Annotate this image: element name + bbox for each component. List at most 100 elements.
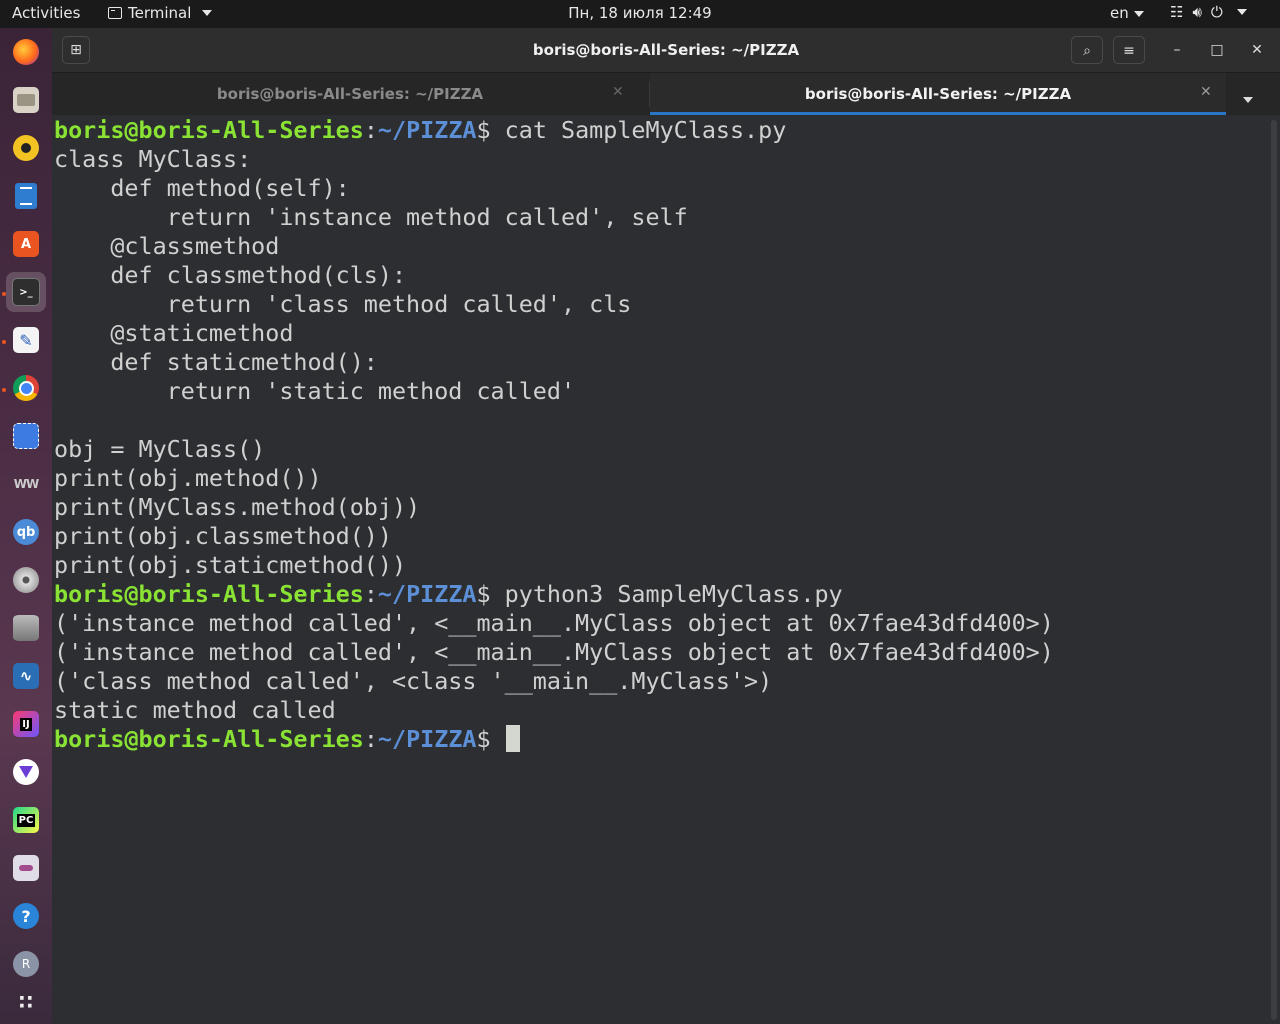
power-icon: ⏻ [1210, 3, 1223, 21]
dock-tweaks[interactable] [6, 848, 46, 888]
top-bar: Activities Terminal Пн, 18 июля 12:49 en… [0, 0, 1280, 28]
terminal-line: static method called [54, 696, 336, 724]
maximize-icon: □ [1210, 42, 1224, 58]
scrollbar[interactable] [1268, 116, 1280, 1024]
prompt-path: ~/PIZZA [377, 116, 477, 144]
dock-r[interactable]: R [6, 944, 46, 984]
dock-disc[interactable] [6, 560, 46, 600]
terminal-line: ('instance method called', <__main__.MyC… [54, 638, 1054, 666]
dock-screenshot[interactable] [6, 416, 46, 456]
tab-list-button[interactable] [1238, 89, 1253, 108]
network-icon: ☷ [1170, 3, 1184, 21]
running-indicator [2, 388, 6, 392]
dock-system-monitor[interactable]: ∿ [6, 656, 46, 696]
intellij-icon: IJ [13, 711, 39, 737]
chevron-down-icon [1133, 10, 1144, 17]
search-icon: ⌕ [1083, 43, 1091, 59]
terminal-line: return 'class method called', cls [54, 290, 632, 318]
terminal-output[interactable]: boris@boris-All-Series:~/PIZZA$ cat Samp… [52, 116, 1268, 1024]
chevron-down-icon [202, 10, 213, 16]
terminal-line: @staticmethod [54, 319, 294, 347]
dock-chrome[interactable] [6, 368, 46, 408]
terminal-line: ('instance method called', <__main__.MyC… [54, 609, 1054, 637]
files-icon [13, 87, 39, 113]
pycharm-icon: PC [13, 807, 39, 833]
r-icon: R [13, 951, 39, 977]
system-monitor-icon: ∿ [13, 663, 39, 689]
database-icon [13, 615, 39, 641]
firefox-icon [13, 39, 39, 65]
maximize-button[interactable]: □ [1201, 36, 1233, 64]
command-text: cat SampleMyClass.py [490, 116, 787, 144]
scrollbar-thumb[interactable] [1271, 120, 1277, 1020]
dock-terminal[interactable]: >_ [6, 272, 46, 312]
qbittorrent-icon: qb [13, 519, 39, 545]
system-tray[interactable]: ☷ 🔊︎ ⏻ [1170, 3, 1247, 21]
terminal-line: print(obj.method()) [54, 464, 322, 492]
dock-app[interactable]: WW [6, 464, 46, 504]
prompt-user: boris@boris-All-Series [54, 116, 364, 144]
terminal-icon: >_ [12, 278, 40, 306]
tab-bar: boris@boris-All-Series: ~/PIZZA ✕ boris@… [52, 73, 1280, 115]
screenshot-icon [13, 423, 39, 449]
dock-firefox[interactable] [6, 32, 46, 72]
activities-button[interactable]: Activities [12, 4, 80, 22]
search-button[interactable]: ⌕ [1071, 36, 1103, 64]
rhythmbox-icon [13, 135, 39, 161]
running-indicator [2, 292, 6, 296]
hamburger-icon: ≡ [1123, 43, 1135, 59]
minimize-button[interactable]: – [1161, 36, 1193, 64]
prompt-line: boris@boris-All-Series:~/PIZZA$ cat Samp… [54, 116, 787, 144]
new-tab-button[interactable]: ⊞ [62, 36, 90, 64]
prompt-symbol: $ [476, 725, 491, 753]
dock-database[interactable] [6, 608, 46, 648]
menu-button[interactable]: ≡ [1113, 36, 1145, 64]
language-indicator[interactable]: en [1110, 4, 1144, 22]
prompt-user: boris@boris-All-Series [54, 725, 364, 753]
minimize-icon: – [1173, 42, 1181, 58]
prompt-path: ~/PIZZA [377, 580, 477, 608]
tab-1[interactable]: boris@boris-All-Series: ~/PIZZA ✕ [52, 73, 648, 115]
tab-2[interactable]: boris@boris-All-Series: ~/PIZZA ✕ [650, 73, 1226, 115]
prompt-path: ~/PIZZA [377, 725, 477, 753]
dock-writer[interactable] [6, 176, 46, 216]
help-icon: ? [13, 903, 39, 929]
vpn-icon [13, 759, 39, 785]
new-tab-icon: ⊞ [70, 42, 82, 58]
dock-vpn[interactable] [6, 752, 46, 792]
terminal-line: print(MyClass.method(obj)) [54, 493, 421, 521]
app-menu[interactable]: Terminal [108, 4, 213, 22]
dock-text-editor[interactable]: ✎ [6, 320, 46, 360]
prompt-symbol: $ [476, 580, 491, 608]
tweaks-icon [13, 855, 39, 881]
software-center-icon: A [13, 231, 39, 257]
dock-files[interactable] [6, 80, 46, 120]
tab-label: boris@boris-All-Series: ~/PIZZA [804, 85, 1072, 103]
close-tab-icon[interactable]: ✕ [1200, 84, 1212, 100]
dock-pycharm[interactable]: PC [6, 800, 46, 840]
terminal-window: ⊞ boris@boris-All-Series: ~/PIZZA ⌕ ≡ – … [52, 28, 1280, 1024]
show-applications-button[interactable]: ∷ [6, 982, 46, 1022]
dock-help[interactable]: ? [6, 896, 46, 936]
dock-rhythmbox[interactable] [6, 128, 46, 168]
writer-icon [15, 183, 37, 209]
chevron-down-icon [1243, 96, 1253, 103]
dock-software-center[interactable]: A [6, 224, 46, 264]
prompt-symbol: $ [476, 116, 491, 144]
close-button[interactable]: ✕ [1241, 36, 1273, 64]
dock: A >_ ✎ WW qb ∿ IJ PC ? R ∷ [0, 28, 52, 1024]
command-text: python3 SampleMyClass.py [490, 580, 843, 608]
chrome-icon [13, 375, 39, 401]
terminal-line: def staticmethod(): [54, 348, 378, 376]
app-menu-label: Terminal [128, 4, 192, 22]
app-icon: WW [13, 477, 39, 491]
dock-qbittorrent[interactable]: qb [6, 512, 46, 552]
dock-intellij[interactable]: IJ [6, 704, 46, 744]
terminal-line: ('class method called', <class '__main__… [54, 667, 773, 695]
text-cursor [505, 725, 520, 752]
terminal-line: def classmethod(cls): [54, 261, 407, 289]
terminal-line: return 'static method called' [54, 377, 576, 405]
close-tab-icon[interactable]: ✕ [612, 84, 624, 100]
disc-icon [13, 567, 39, 593]
